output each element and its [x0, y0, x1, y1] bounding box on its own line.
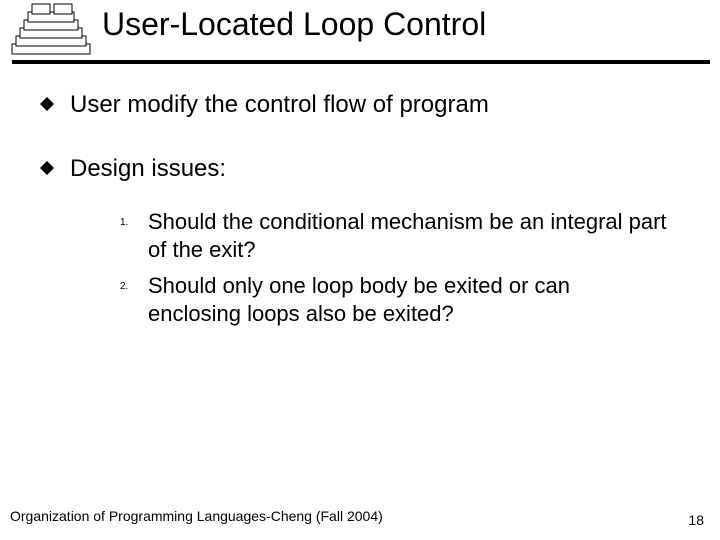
title-rule — [12, 60, 710, 64]
slide: User-Located Loop Control User modify th… — [0, 0, 720, 540]
bullet-item: Design issues: — [40, 154, 690, 184]
slide-body: User modify the control flow of program … — [40, 90, 690, 337]
bullet-text: User modify the control flow of program — [70, 90, 489, 120]
slide-title: User-Located Loop Control — [102, 6, 486, 43]
slide-header: User-Located Loop Control — [0, 0, 720, 68]
numbered-list: 1. Should the conditional mechanism be a… — [120, 208, 690, 329]
diamond-bullet-icon — [40, 161, 54, 175]
layered-books-icon — [8, 2, 94, 63]
list-text: Should only one loop body be exited or c… — [148, 272, 668, 328]
diamond-bullet-icon — [40, 97, 54, 111]
list-number: 1. — [120, 217, 148, 228]
bullet-text: Design issues: — [70, 154, 226, 184]
bullet-item: User modify the control flow of program — [40, 90, 690, 120]
list-text: Should the conditional mechanism be an i… — [148, 208, 668, 264]
page-number: 18 — [688, 512, 704, 528]
footer-text: Organization of Programming Languages-Ch… — [10, 508, 383, 524]
list-item: 1. Should the conditional mechanism be a… — [120, 208, 690, 264]
list-number: 2. — [120, 281, 148, 292]
list-item: 2. Should only one loop body be exited o… — [120, 272, 690, 328]
